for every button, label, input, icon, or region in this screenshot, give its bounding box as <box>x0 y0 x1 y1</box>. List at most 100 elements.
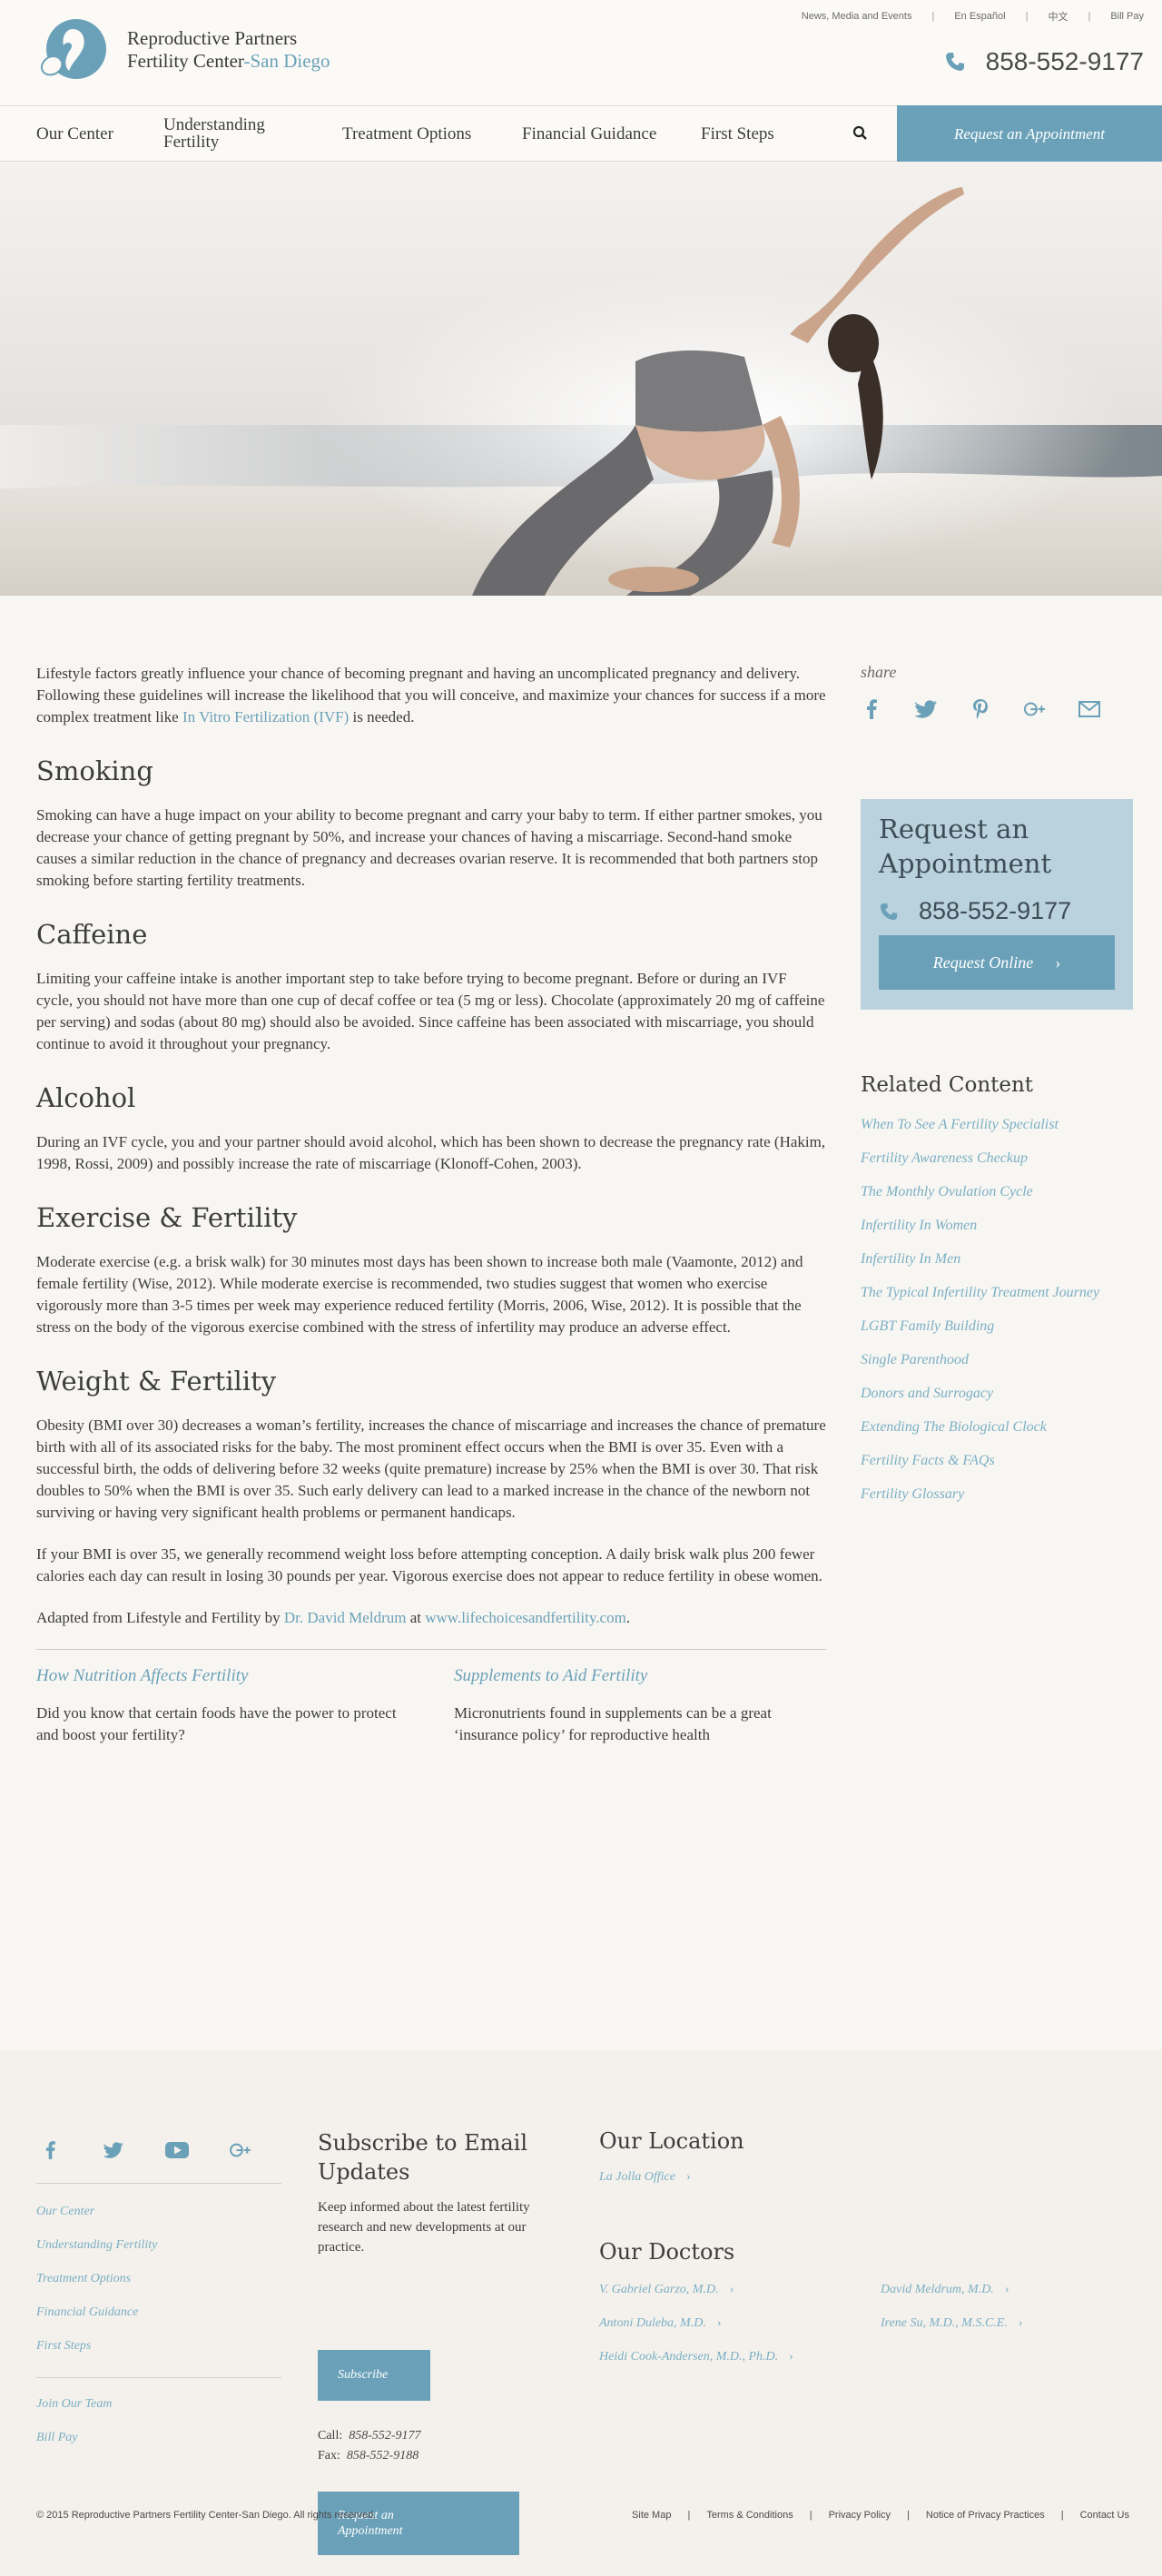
facebook-icon[interactable] <box>861 698 882 720</box>
youtube-icon[interactable] <box>163 2139 191 2161</box>
footer-divider <box>36 2377 281 2378</box>
subscribe-button[interactable]: Subscribe <box>318 2350 430 2401</box>
google-plus-icon[interactable] <box>1024 698 1046 720</box>
hero-photo <box>0 162 1162 596</box>
doctors-title: Our Doctors <box>599 2239 735 2265</box>
related-link-men[interactable]: Infertility In Men <box>861 1251 1099 1285</box>
google-plus-icon[interactable] <box>227 2139 254 2161</box>
footer-bottom: © 2015 Reproductive Partners Fertility C… <box>36 2510 1129 2521</box>
related-content-list: When To See A Fertility Specialist Ferti… <box>861 1117 1099 1520</box>
related-link-women[interactable]: Infertility In Women <box>861 1218 1099 1251</box>
related-link-glossary[interactable]: Fertility Glossary <box>861 1486 1099 1520</box>
ivf-link[interactable]: In Vitro Fertilization (IVF) <box>182 708 349 725</box>
appointment-phone[interactable]: 858-552-9177 <box>879 897 1115 925</box>
related-link-journey[interactable]: The Typical Infertility Treatment Journe… <box>861 1285 1099 1318</box>
twitter-icon[interactable] <box>915 698 937 720</box>
contact-us-link[interactable]: Contact Us <box>1080 2510 1129 2521</box>
logo-line2: Fertility Center <box>127 50 244 72</box>
nav-treatment-options[interactable]: Treatment Options <box>342 106 471 161</box>
utility-separator: | <box>1025 11 1029 22</box>
doctor-link-meldrum[interactable]: David Meldrum, M.D. › <box>881 2283 1009 2297</box>
related-link-specialist[interactable]: When To See A Fertility Specialist <box>861 1117 1099 1150</box>
link-separator: | <box>687 2510 691 2521</box>
link-separator: | <box>907 2510 910 2521</box>
main-content: Lifestyle factors greatly influence your… <box>36 663 826 1746</box>
request-online-button[interactable]: Request Online › <box>879 935 1115 990</box>
terms-link[interactable]: Terms & Conditions <box>706 2510 793 2521</box>
nav-first-steps[interactable]: First Steps <box>701 106 774 161</box>
privacy-practices-link[interactable]: Notice of Privacy Practices <box>926 2510 1045 2521</box>
site-map-link[interactable]: Site Map <box>632 2510 671 2521</box>
nav-our-center[interactable]: Our Center <box>36 106 113 161</box>
utility-bill-pay-link[interactable]: Bill Pay <box>1110 11 1144 22</box>
attribution-text: Adapted from Lifestyle and Fertility by <box>36 1609 284 1626</box>
utility-spanish-link[interactable]: En Español <box>954 11 1005 22</box>
la-jolla-office-label: La Jolla Office <box>599 2170 675 2184</box>
related-link-donors[interactable]: Donors and Surrogacy <box>861 1386 1099 1419</box>
smoking-paragraph: Smoking can have a huge impact on your a… <box>36 806 822 889</box>
request-appointment-button[interactable]: Request an Appointment <box>897 105 1162 163</box>
logo-text[interactable]: Reproductive Partners Fertility Center-S… <box>127 27 330 73</box>
pinterest-icon[interactable] <box>970 698 991 720</box>
related-article: Supplements to Aid Fertility Micronutrie… <box>454 1666 826 1746</box>
sidebar: share Request an Appointment 858-552-917… <box>861 663 1133 1502</box>
footer-request-appointment-button[interactable]: Request an Appointment <box>318 2492 519 2555</box>
request-online-label: Request Online <box>932 952 1034 972</box>
alcohol-heading: Alcohol <box>36 1082 136 1113</box>
alcohol-paragraph: During an IVF cycle, you and your partne… <box>36 1133 826 1172</box>
nav-financial-guidance[interactable]: Financial Guidance <box>522 106 656 161</box>
intro-text: Lifestyle factors greatly influence your… <box>36 665 826 725</box>
main-nav: Our Center Understanding Fertility Treat… <box>0 105 1162 163</box>
la-jolla-office-link[interactable]: La Jolla Office › <box>599 2170 1126 2185</box>
footer-nav: Our Center Understanding Fertility Treat… <box>36 2205 157 2373</box>
smoking-heading: Smoking <box>36 755 153 786</box>
exercise-heading: Exercise & Fertility <box>36 1202 298 1233</box>
related-link-single[interactable]: Single Parenthood <box>861 1352 1099 1386</box>
weight-paragraph-2: If your BMI is over 35, we generally rec… <box>36 1545 822 1584</box>
share-label: share <box>861 663 897 681</box>
related-link-ovulation[interactable]: The Monthly Ovulation Cycle <box>861 1184 1099 1218</box>
share-icons <box>861 698 1133 720</box>
phone-icon <box>945 53 964 71</box>
doctor-link-garzo[interactable]: V. Gabriel Garzo, M.D. › <box>599 2283 734 2297</box>
attribution-mid: at <box>406 1609 426 1626</box>
utility-chinese-link[interactable]: 中文 <box>1048 9 1068 24</box>
footer-nav-first-steps[interactable]: First Steps <box>36 2339 157 2373</box>
footer-nav-understanding-fertility[interactable]: Understanding Fertility <box>36 2238 157 2272</box>
author-link[interactable]: Dr. David Meldrum <box>284 1609 407 1626</box>
exercise-paragraph: Moderate exercise (e.g. a brisk walk) fo… <box>36 1253 803 1336</box>
hero-image <box>0 162 1162 596</box>
related-link-faqs[interactable]: Fertility Facts & FAQs <box>861 1453 1099 1486</box>
privacy-policy-link[interactable]: Privacy Policy <box>829 2510 891 2521</box>
email-icon[interactable] <box>1078 698 1100 720</box>
search-icon[interactable] <box>852 124 870 143</box>
logo-line1: Reproductive Partners <box>127 27 298 49</box>
website-link[interactable]: www.lifechoicesandfertility.com <box>425 1609 626 1626</box>
content-divider <box>36 1649 826 1650</box>
related-link-lgbt[interactable]: LGBT Family Building <box>861 1318 1099 1352</box>
utility-news-link[interactable]: News, Media and Events <box>802 11 912 22</box>
header-phone[interactable]: 858-552-9177 <box>944 47 1144 76</box>
doctor-link-duleba[interactable]: Antoni Duleba, M.D. › <box>599 2316 722 2331</box>
related-link-checkup[interactable]: Fertility Awareness Checkup <box>861 1150 1099 1184</box>
logo-location: -San Diego <box>243 50 330 72</box>
footer-social <box>36 2139 290 2161</box>
weight-heading: Weight & Fertility <box>36 1366 277 1397</box>
doctor-link-su[interactable]: Irene Su, M.D., M.S.C.E. › <box>881 2316 1023 2331</box>
facebook-icon[interactable] <box>36 2139 64 2161</box>
footer-nav-financial-guidance[interactable]: Financial Guidance <box>36 2305 157 2339</box>
logo-icon[interactable] <box>36 18 109 80</box>
related-article-title[interactable]: Supplements to Aid Fertility <box>454 1666 826 1686</box>
attribution-paragraph: Adapted from Lifestyle and Fertility by … <box>36 1607 826 1629</box>
related-article-title[interactable]: How Nutrition Affects Fertility <box>36 1666 409 1686</box>
footer-nav-treatment-options[interactable]: Treatment Options <box>36 2272 157 2305</box>
related-link-clock[interactable]: Extending The Biological Clock <box>861 1419 1099 1453</box>
footer-nav-our-center[interactable]: Our Center <box>36 2205 157 2238</box>
footer-nav-join-team[interactable]: Join Our Team <box>36 2397 113 2431</box>
site-footer: Our Center Understanding Fertility Treat… <box>0 2050 1162 2576</box>
nav-understanding-fertility[interactable]: Understanding Fertility <box>163 106 290 161</box>
footer-nav-bill-pay[interactable]: Bill Pay <box>36 2431 113 2464</box>
twitter-icon[interactable] <box>100 2139 127 2161</box>
doctor-link-cook-andersen[interactable]: Heidi Cook-Andersen, M.D., Ph.D. › <box>599 2350 793 2364</box>
call-number[interactable]: 858-552-9177 <box>349 2429 420 2443</box>
